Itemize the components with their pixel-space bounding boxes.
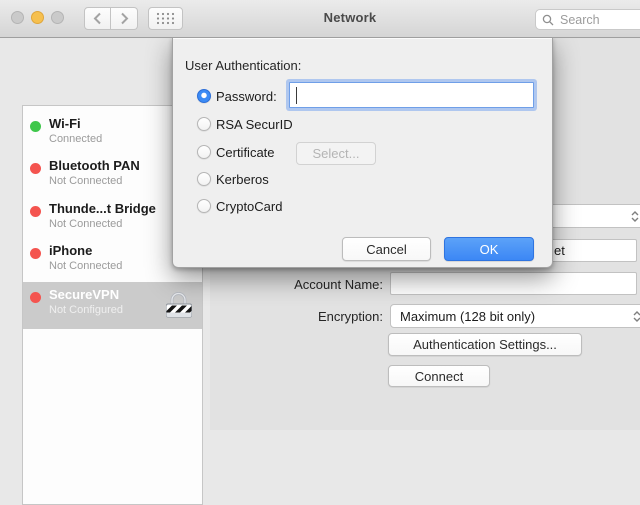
encryption-value: Maximum (128 bit only) [400, 308, 536, 324]
certificate-radio[interactable] [197, 145, 211, 159]
status-dot-red [30, 248, 41, 259]
password-radio[interactable] [197, 89, 211, 103]
radio-row-certificate: Certificate [197, 143, 275, 161]
window-controls [11, 11, 64, 24]
search-input[interactable] [558, 11, 640, 28]
titlebar: Network [0, 0, 640, 38]
authentication-settings-button[interactable]: Authentication Settings... [388, 333, 582, 356]
status-dot-red [30, 206, 41, 217]
forward-button[interactable] [111, 7, 138, 30]
rsa-securid-radio[interactable] [197, 117, 211, 131]
back-button[interactable] [84, 7, 111, 30]
nav-buttons [84, 7, 138, 30]
radio-row-kerberos: Kerberos [197, 170, 269, 188]
vpn-lock-icon [163, 289, 195, 326]
ok-button[interactable]: OK [444, 237, 534, 261]
radio-row-password: Password: [197, 87, 277, 105]
user-authentication-dialog: User Authentication: Password: RSA Secur… [172, 37, 553, 268]
status-dot-red [30, 163, 41, 174]
sidebar-item-securevpn[interactable]: SecureVPN Not Configured [23, 282, 202, 329]
radio-row-cryptocard: CryptoCard [197, 197, 282, 215]
show-all-button[interactable] [148, 7, 183, 30]
cancel-button[interactable]: Cancel [342, 237, 431, 261]
minimize-button[interactable] [31, 11, 44, 24]
password-input[interactable] [295, 86, 531, 106]
kerberos-radio[interactable] [197, 172, 211, 186]
account-name-label: Account Name: [294, 277, 383, 292]
connect-button[interactable]: Connect [388, 365, 490, 387]
dialog-title: User Authentication: [185, 58, 302, 73]
search-icon [542, 14, 554, 25]
radio-row-rsa-securid: RSA SecurID [197, 115, 293, 133]
zoom-button[interactable] [51, 11, 64, 24]
cryptocard-radio[interactable] [197, 199, 211, 213]
account-name-field[interactable] [390, 272, 637, 295]
window-title: Network [323, 10, 377, 25]
status-dot-red [30, 292, 41, 303]
encryption-popup[interactable]: Maximum (128 bit only) [390, 304, 640, 328]
chevron-right-icon [120, 12, 128, 25]
search-field[interactable] [535, 9, 640, 30]
popup-arrows-icon [631, 210, 639, 222]
password-field[interactable] [289, 82, 534, 108]
server-address-visible-text: et [554, 243, 565, 258]
select-certificate-button[interactable]: Select... [296, 142, 376, 165]
close-button[interactable] [11, 11, 24, 24]
chevron-left-icon [93, 12, 101, 25]
app-grid-icon [156, 12, 175, 25]
status-dot-green [30, 121, 41, 132]
popup-arrows-icon [633, 310, 640, 322]
encryption-label: Encryption: [317, 309, 383, 324]
